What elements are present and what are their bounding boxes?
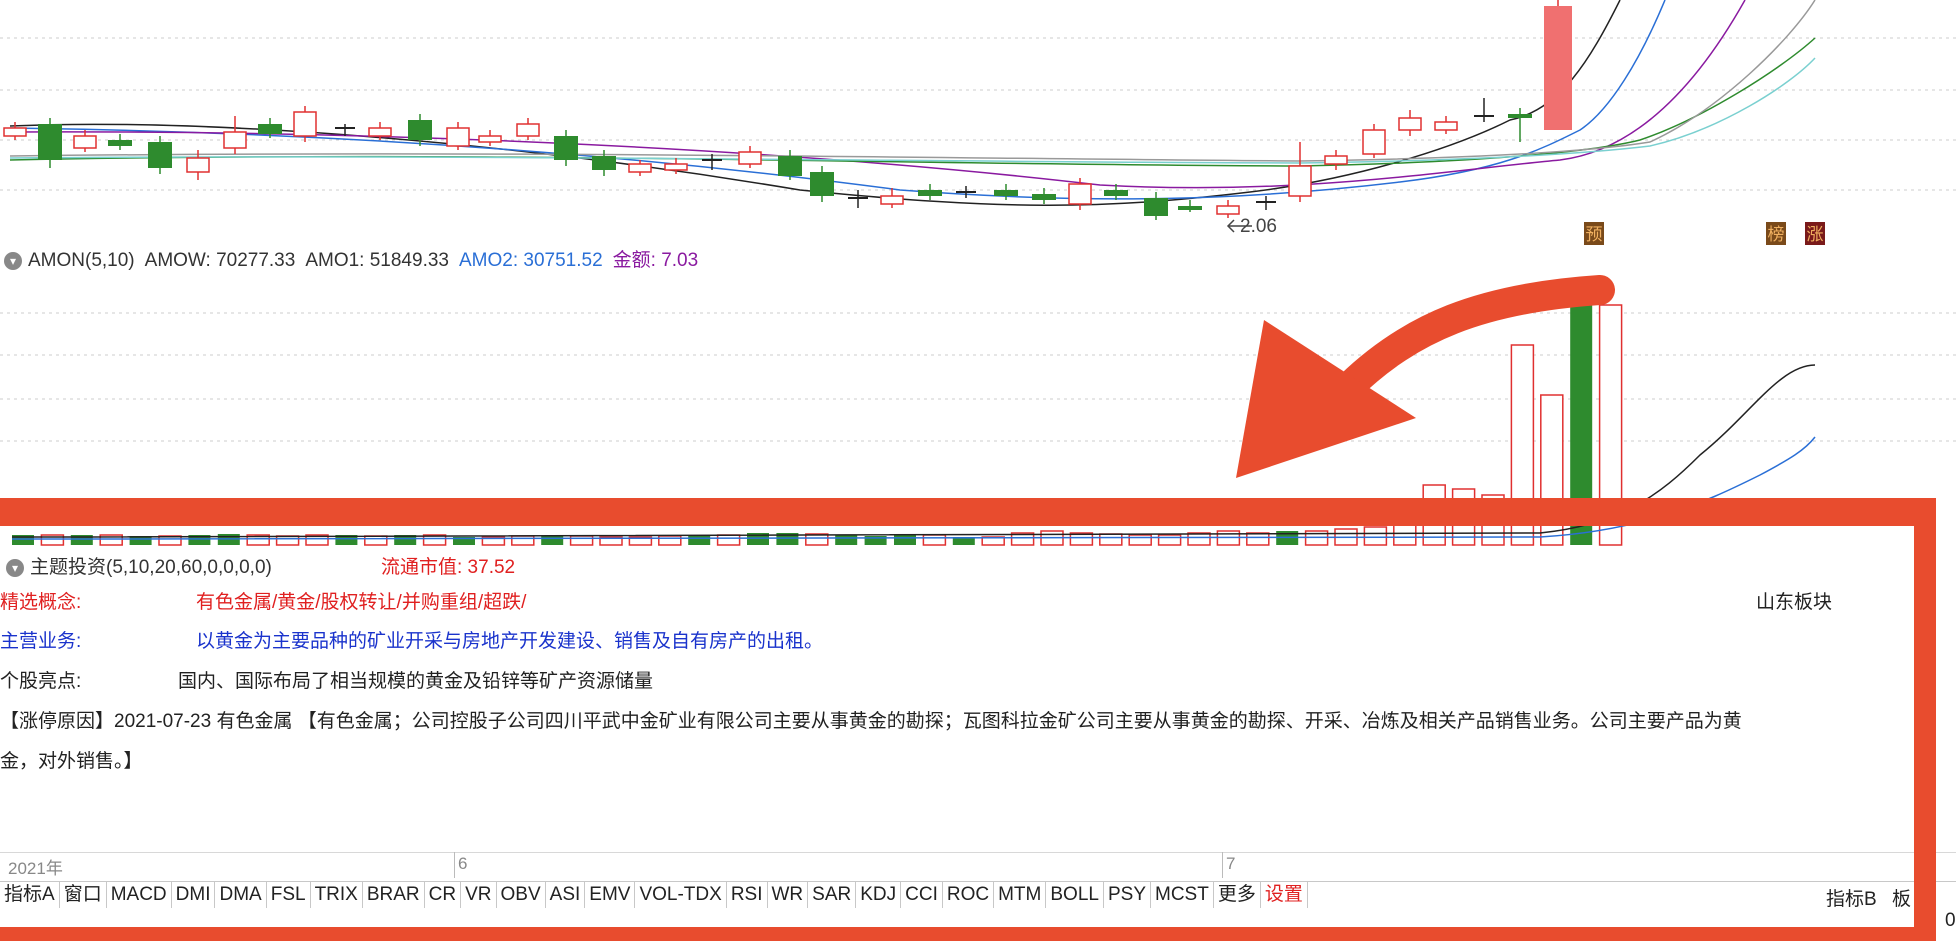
candle-body: [293, 111, 317, 137]
candle-body: [148, 142, 172, 168]
candle-body: [223, 131, 247, 149]
volume-indicator-header: ▾ AMON(5,10) AMOW: 70277.33 AMO1: 51849.33 A…: [0, 247, 1956, 275]
candlestick-chart[interactable]: 2.06 预 榜 涨: [0, 0, 1956, 245]
candle-body: [918, 190, 942, 196]
amo1-value: AMO1: 51849.33: [305, 250, 449, 271]
candle-body: [186, 157, 210, 173]
amo2-value: AMO2: 30751.52: [458, 250, 603, 271]
candle-body: [258, 124, 282, 134]
candles: [3, 0, 1572, 220]
candle-body: [446, 127, 470, 147]
candle-body: [810, 172, 834, 196]
ma-line: [9, 0, 1666, 200]
annotation-arrow: [1236, 275, 1615, 478]
amount-value: 金额: 7.03: [612, 250, 699, 271]
candle-body: [664, 163, 688, 171]
candle-body: [478, 135, 502, 143]
candle-body: [38, 124, 62, 160]
candle-body: [1362, 129, 1386, 155]
candle-body: [1508, 114, 1532, 118]
annotation-highlight-box: [0, 498, 1936, 941]
indicator-name: AMON(5,10): [28, 250, 135, 271]
candle-body: [592, 156, 616, 170]
badge-yu: 预: [1584, 222, 1604, 245]
candle-body: [1068, 183, 1092, 205]
candle-body: [516, 123, 540, 137]
candle-body: [738, 151, 762, 165]
candle-body: [1144, 198, 1168, 216]
candle-body: [108, 140, 132, 146]
candle-body: [1178, 206, 1202, 210]
badge-bang: 榜: [1766, 222, 1786, 245]
candle-body: [408, 120, 432, 140]
svg-text:涨: 涨: [1807, 225, 1824, 244]
candle-body: [1324, 155, 1348, 165]
candle-body: [368, 127, 392, 137]
svg-text:榜: 榜: [1768, 225, 1785, 244]
collapse-icon[interactable]: ▾: [4, 251, 22, 270]
badge-zhang: 涨: [1805, 222, 1825, 245]
candle-body: [554, 136, 578, 160]
candle-body: [1216, 205, 1240, 215]
candle-body: [1398, 117, 1422, 131]
candle-body: [1032, 194, 1056, 200]
amow-value: AMOW: 70277.33: [144, 250, 296, 271]
candle-body: [778, 156, 802, 176]
axis-right-digit: 0: [1945, 910, 1956, 931]
candle-body: [880, 195, 904, 205]
candle-body: [73, 135, 97, 149]
candle-body: [994, 190, 1018, 196]
candle-body: [1288, 165, 1312, 197]
candle-body: [3, 127, 27, 137]
candle-body: [1434, 121, 1458, 131]
candle-body: [1104, 190, 1128, 196]
candle-body: [1544, 6, 1572, 130]
candle-body: [628, 163, 652, 173]
svg-text:预: 预: [1586, 225, 1603, 244]
